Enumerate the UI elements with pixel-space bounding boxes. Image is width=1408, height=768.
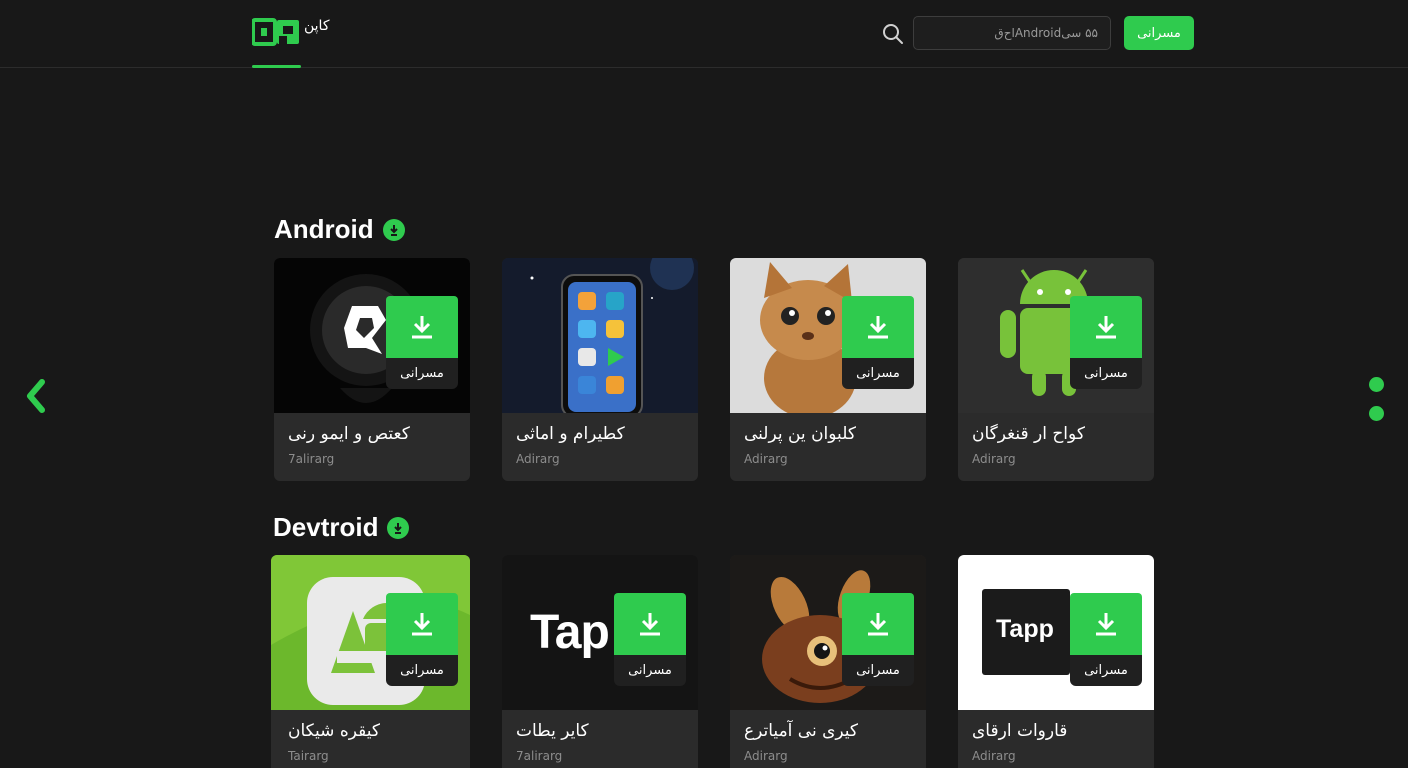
app-title: کطیرام و اماثی bbox=[516, 424, 625, 444]
carousel-prev-button[interactable] bbox=[22, 378, 50, 414]
download-icon bbox=[1070, 593, 1142, 655]
top-header: کاپن مسرانی bbox=[0, 0, 1408, 68]
app-subtitle: Adirarg bbox=[744, 452, 788, 466]
logo[interactable]: کاپن bbox=[252, 16, 329, 48]
search-input[interactable] bbox=[913, 16, 1111, 50]
download-button[interactable]: مسرانی bbox=[842, 593, 914, 686]
active-tab-indicator bbox=[252, 65, 301, 68]
app-subtitle: Adirarg bbox=[972, 749, 1016, 763]
app-subtitle: Adirarg bbox=[972, 452, 1016, 466]
section-title-text: Devtroid bbox=[273, 512, 379, 542]
app-title: کواح ار قنغرگان bbox=[972, 424, 1085, 444]
download-button[interactable]: مسرانی bbox=[842, 296, 914, 389]
app-card[interactable]: مسرانی کیری نی آمیاترع Adirarg bbox=[730, 555, 926, 768]
app-title: کعتص و ایمو رنی bbox=[288, 424, 410, 444]
tap-logo-text: Tap bbox=[530, 606, 610, 659]
app-card[interactable]: Tapp مسرانی قاروات ارقای Adirarg bbox=[958, 555, 1154, 768]
download-icon bbox=[842, 593, 914, 655]
section-title-devtroid: Devtroid bbox=[273, 512, 410, 543]
app-card[interactable]: Tap مسرانی کایر یطات 7alirarg bbox=[502, 555, 698, 768]
app-card[interactable]: مسرانی کعتص و ایمو رنی 7alirarg bbox=[274, 258, 470, 481]
app-title: کایر یطات bbox=[516, 721, 589, 741]
download-button-label: مسرانی bbox=[1070, 655, 1142, 686]
download-icon bbox=[386, 593, 458, 655]
app-title: کلبوان ین پرلنی bbox=[744, 424, 856, 444]
logo-text: کاپن bbox=[304, 18, 330, 34]
download-icon bbox=[614, 593, 686, 655]
app-subtitle: 7alirarg bbox=[516, 749, 563, 763]
carousel-dot[interactable] bbox=[1369, 406, 1384, 421]
app-subtitle: 7alirarg bbox=[288, 452, 335, 466]
download-button-label: مسرانی bbox=[386, 358, 458, 389]
tapp-logo-text: Tapp bbox=[996, 615, 1054, 643]
carousel-dot[interactable] bbox=[1369, 377, 1384, 392]
app-title: قاروات ارقای bbox=[972, 721, 1068, 741]
logo-mark-icon bbox=[252, 18, 299, 46]
app-subtitle: Adirarg bbox=[516, 452, 560, 466]
header-action-button[interactable]: مسرانی bbox=[1124, 16, 1194, 50]
download-badge-icon bbox=[387, 516, 410, 539]
search-icon[interactable] bbox=[881, 22, 905, 46]
app-card[interactable]: مسرانی کیقره شیکان Tairarg bbox=[271, 555, 470, 768]
app-title: کیقره شیکان bbox=[288, 721, 380, 741]
download-button[interactable]: مسرانی bbox=[386, 296, 458, 389]
section-title-text: Android bbox=[274, 214, 374, 244]
app-card[interactable]: مسرانی کلبوان ین پرلنی Adirarg bbox=[730, 258, 926, 481]
smartphone-apps-icon bbox=[502, 258, 698, 413]
chevron-left-icon bbox=[27, 379, 45, 413]
download-button-label: مسرانی bbox=[1070, 358, 1142, 389]
download-button-label: مسرانی bbox=[842, 358, 914, 389]
download-icon bbox=[842, 296, 914, 358]
download-button-label: مسرانی bbox=[386, 655, 458, 686]
app-subtitle: Tairarg bbox=[288, 749, 329, 763]
download-button-label: مسرانی bbox=[614, 655, 686, 686]
app-title: کیری نی آمیاترع bbox=[744, 721, 859, 741]
app-card[interactable]: کطیرام و اماثی Adirarg bbox=[502, 258, 698, 481]
download-button[interactable]: مسرانی bbox=[1070, 593, 1142, 686]
download-icon bbox=[1070, 296, 1142, 358]
app-card[interactable]: مسرانی کواح ار قنغرگان Adirarg bbox=[958, 258, 1154, 481]
download-button[interactable]: مسرانی bbox=[614, 593, 686, 686]
download-button-label: مسرانی bbox=[842, 655, 914, 686]
download-badge-icon bbox=[382, 218, 405, 241]
download-icon bbox=[386, 296, 458, 358]
download-button[interactable]: مسرانی bbox=[386, 593, 458, 686]
app-subtitle: Adirarg bbox=[744, 749, 788, 763]
download-button[interactable]: مسرانی bbox=[1070, 296, 1142, 389]
section-title-android: Android bbox=[274, 214, 405, 245]
